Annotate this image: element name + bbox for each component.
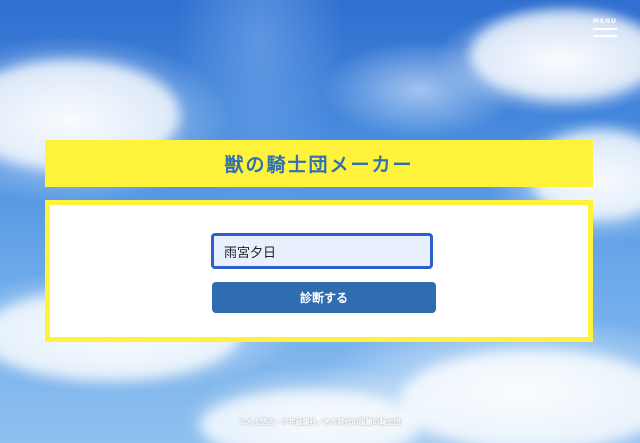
- name-input[interactable]: [211, 233, 433, 269]
- title-banner: 獣の騎士団メーカー: [45, 140, 593, 187]
- hamburger-icon: [593, 35, 617, 37]
- form-panel: 診断する: [45, 200, 593, 342]
- diagnose-button[interactable]: 診断する: [212, 282, 436, 313]
- cloud: [400, 350, 640, 443]
- page-title: 獣の騎士団メーカー: [224, 154, 414, 176]
- menu-button[interactable]: MENU: [590, 18, 620, 48]
- copyright-text: ©水上悟志・少年画報社／ある時代の穏輪の騎士団: [239, 418, 401, 426]
- hamburger-icon: [593, 28, 617, 30]
- menu-label: MENU: [593, 18, 617, 25]
